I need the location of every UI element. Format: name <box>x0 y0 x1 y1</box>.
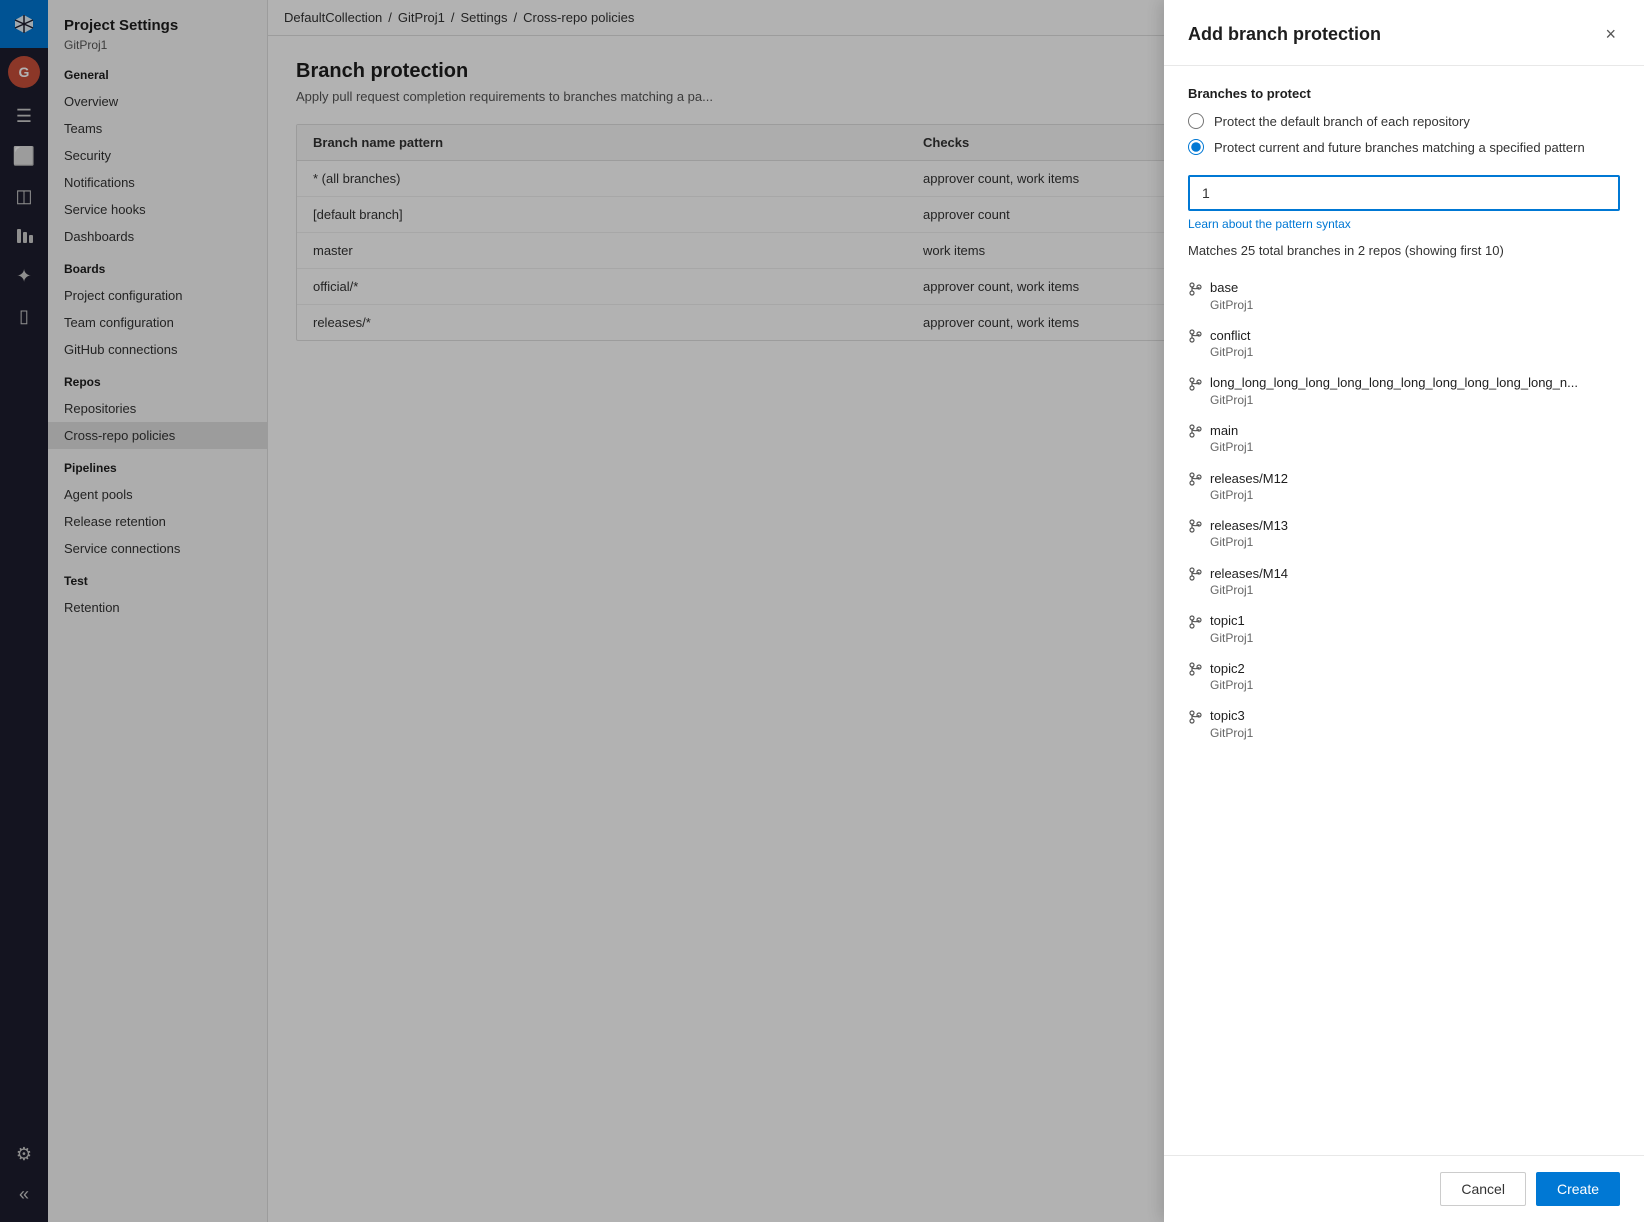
branch-repo: GitProj1 <box>1210 583 1620 597</box>
radio-option-default[interactable]: Protect the default branch of each repos… <box>1188 113 1620 129</box>
branch-list-item: topic3 GitProj1 <box>1188 700 1620 748</box>
branch-name: conflict <box>1210 328 1250 343</box>
branch-list-item: long_long_long_long_long_long_long_long_… <box>1188 367 1620 415</box>
radio-group-protection: Protect the default branch of each repos… <box>1188 113 1620 155</box>
branch-name: base <box>1210 280 1238 295</box>
cancel-button[interactable]: Cancel <box>1440 1172 1526 1206</box>
radio-label-default: Protect the default branch of each repos… <box>1214 114 1470 129</box>
branch-icon <box>1188 518 1202 534</box>
branch-name: releases/M14 <box>1210 566 1288 581</box>
branch-list-item: releases/M12 GitProj1 <box>1188 462 1620 510</box>
modal-header: Add branch protection × <box>1164 0 1644 66</box>
branch-list-item: main GitProj1 <box>1188 415 1620 463</box>
branch-list-item: topic2 GitProj1 <box>1188 653 1620 701</box>
branch-icon <box>1188 280 1202 296</box>
branch-icon <box>1188 423 1202 439</box>
branch-icon <box>1188 661 1202 677</box>
radio-option-pattern[interactable]: Protect current and future branches matc… <box>1188 139 1620 155</box>
branch-list-item: conflict GitProj1 <box>1188 320 1620 368</box>
modal-body: Branches to protect Protect the default … <box>1164 66 1644 1155</box>
match-summary: Matches 25 total branches in 2 repos (sh… <box>1188 243 1620 258</box>
branch-list-item: releases/M14 GitProj1 <box>1188 557 1620 605</box>
branch-repo: GitProj1 <box>1210 488 1620 502</box>
branch-name: long_long_long_long_long_long_long_long_… <box>1210 375 1578 390</box>
modal-title: Add branch protection <box>1188 24 1381 45</box>
branch-name: releases/M12 <box>1210 471 1288 486</box>
branch-repo: GitProj1 <box>1210 393 1620 407</box>
branch-icon <box>1188 708 1202 724</box>
modal-overlay[interactable]: Add branch protection × Branches to prot… <box>0 0 1644 1222</box>
branch-repo: GitProj1 <box>1210 298 1620 312</box>
modal-panel: Add branch protection × Branches to prot… <box>1164 0 1644 1222</box>
branch-name: topic2 <box>1210 661 1245 676</box>
branch-list: base GitProj1 conflict GitProj1 <box>1188 272 1620 748</box>
branch-repo: GitProj1 <box>1210 678 1620 692</box>
branch-repo: GitProj1 <box>1210 631 1620 645</box>
branch-list-item: releases/M13 GitProj1 <box>1188 510 1620 558</box>
branch-repo: GitProj1 <box>1210 440 1620 454</box>
branch-repo: GitProj1 <box>1210 535 1620 549</box>
create-button[interactable]: Create <box>1536 1172 1620 1206</box>
branch-icon <box>1188 613 1202 629</box>
pattern-hint-link[interactable]: Learn about the pattern syntax <box>1188 217 1620 231</box>
branch-icon <box>1188 328 1202 344</box>
branch-name: topic3 <box>1210 708 1245 723</box>
radio-input-pattern[interactable] <box>1188 139 1204 155</box>
branch-icon <box>1188 375 1202 391</box>
branch-name: releases/M13 <box>1210 518 1288 533</box>
branch-icon <box>1188 565 1202 581</box>
modal-close-button[interactable]: × <box>1601 20 1620 49</box>
modal-footer: Cancel Create <box>1164 1155 1644 1222</box>
branches-to-protect-label: Branches to protect <box>1188 86 1620 101</box>
branch-repo: GitProj1 <box>1210 726 1620 740</box>
branch-name: main <box>1210 423 1238 438</box>
branch-icon <box>1188 470 1202 486</box>
pattern-input[interactable] <box>1188 175 1620 211</box>
branch-name: topic1 <box>1210 613 1245 628</box>
branch-list-item: topic1 GitProj1 <box>1188 605 1620 653</box>
branch-list-item: base GitProj1 <box>1188 272 1620 320</box>
radio-input-default[interactable] <box>1188 113 1204 129</box>
pattern-input-wrapper <box>1188 175 1620 211</box>
radio-label-pattern: Protect current and future branches matc… <box>1214 140 1585 155</box>
branch-repo: GitProj1 <box>1210 345 1620 359</box>
